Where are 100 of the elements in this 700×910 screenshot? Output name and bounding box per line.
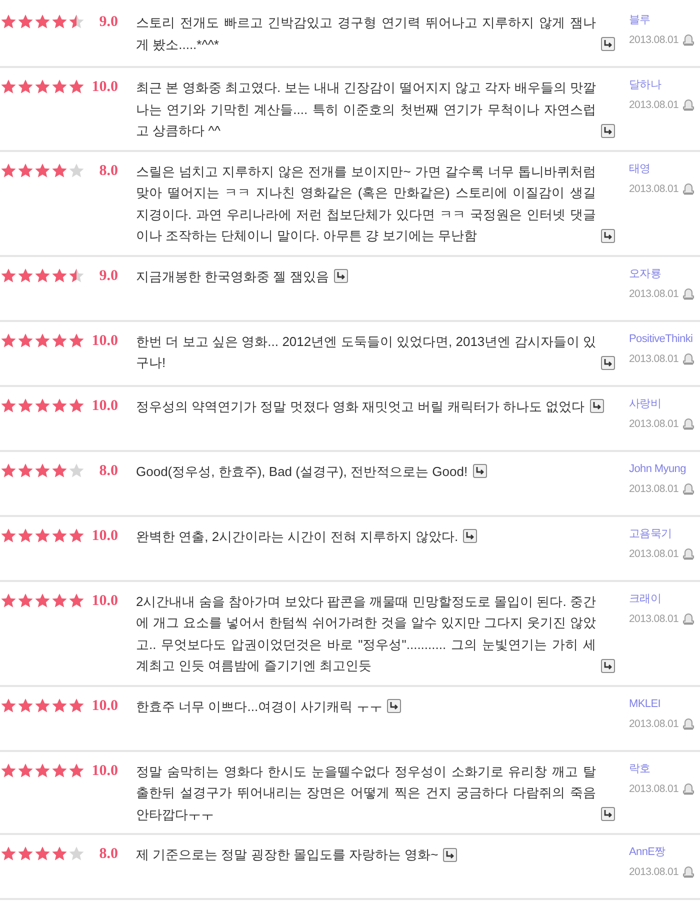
star-icon xyxy=(68,696,85,714)
user-link[interactable]: 크래이 xyxy=(629,590,694,606)
report-icon[interactable] xyxy=(682,418,694,430)
star-icon xyxy=(0,526,17,544)
report-icon[interactable] xyxy=(682,99,694,111)
report-icon[interactable] xyxy=(682,866,694,878)
reply-icon[interactable] xyxy=(601,658,615,672)
user-link[interactable]: 달하나 xyxy=(629,77,694,92)
score: 10.0 xyxy=(90,396,118,416)
reply-icon[interactable] xyxy=(463,529,478,543)
review-text: 제 기준으로는 정말 굉장한 몰입도를 자랑하는 영화~ xyxy=(136,846,438,864)
review-text: 스토리 전개도 빠르고 긴박감있고 경구형 연기력 뛰어나고 지루하지 않게 잼나게 봤소.....*^^* xyxy=(136,14,596,54)
report-icon[interactable] xyxy=(682,352,694,364)
report-icon[interactable] xyxy=(682,482,694,494)
star-icon xyxy=(34,78,51,95)
user-link[interactable]: MKLEI xyxy=(629,696,694,710)
star-icon xyxy=(0,78,17,95)
review-date: 2013.08.01 xyxy=(629,98,679,112)
score: 10.0 xyxy=(90,696,118,716)
star-icon xyxy=(17,462,34,478)
star-icon xyxy=(0,396,17,414)
score: 9.0 xyxy=(98,13,118,32)
star-icon xyxy=(34,762,51,778)
review-date: 2013.08.01 xyxy=(629,33,679,47)
score: 9.0 xyxy=(98,266,118,286)
star-icon xyxy=(34,696,51,714)
half-star-icon xyxy=(68,266,85,284)
star-icon xyxy=(17,78,34,95)
user-link[interactable]: 고욤묵기 xyxy=(629,526,694,540)
star-icon xyxy=(51,845,68,862)
star-icon xyxy=(0,696,17,714)
star-icon xyxy=(51,396,68,414)
star-icon xyxy=(68,526,85,544)
review-text: 한효주 너무 이쁘다...여경이 사기캐릭 ㅜㅜ xyxy=(136,698,382,716)
review-text: 한번 더 보고 싶은 영화... 2012년엔 도둑들이 있었다면, 2013년엔 감시자들이 있구나! xyxy=(136,332,596,372)
star-icon xyxy=(51,162,68,178)
star-icon xyxy=(17,266,34,284)
reply-icon[interactable] xyxy=(601,356,615,370)
star-icon xyxy=(51,13,68,30)
star-icon xyxy=(34,266,51,284)
user-link[interactable]: 태영 xyxy=(629,160,694,176)
user-link[interactable]: 블루 xyxy=(629,12,694,27)
score: 10.0 xyxy=(90,332,118,350)
review-text: 최근 본 영화중 최고였다. 보는 내내 긴장감이 떨어지지 않고 각자 배우들의 맛깔나는 연기와 기막힌 계산들.... 특히 이준호의 첫번째 연기가 무척이나 자연스럽고 상큼하다 ^^ xyxy=(136,79,596,140)
review-date: 2013.08.01 xyxy=(629,482,679,496)
star-icon xyxy=(34,162,51,178)
score: 8.0 xyxy=(98,845,118,864)
score: 10.0 xyxy=(90,762,118,780)
reply-icon[interactable] xyxy=(472,464,487,478)
report-icon[interactable] xyxy=(682,612,694,624)
star-icon xyxy=(34,526,51,544)
star-icon xyxy=(34,845,51,862)
star-icon xyxy=(34,396,51,414)
score: 8.0 xyxy=(98,162,118,180)
star-icon xyxy=(68,332,85,348)
star-icon xyxy=(17,696,34,714)
reply-icon[interactable] xyxy=(601,37,615,51)
reply-icon[interactable] xyxy=(443,848,458,862)
user-link[interactable]: John Myung xyxy=(629,460,694,476)
star-icon xyxy=(0,592,17,608)
user-link[interactable]: PositiveThinki xyxy=(629,330,694,346)
score: 8.0 xyxy=(98,462,118,480)
reply-icon[interactable] xyxy=(334,269,348,283)
star-icon xyxy=(17,845,34,862)
report-icon[interactable] xyxy=(682,548,694,560)
star-icon xyxy=(51,526,68,544)
review-date: 2013.08.01 xyxy=(629,286,679,300)
reply-icon[interactable] xyxy=(387,699,402,713)
report-icon[interactable] xyxy=(682,288,694,300)
star-icon xyxy=(34,332,51,348)
review-text: 정말 숨막히는 영화다 한시도 눈을뗄수없다 정우성이 소화기로 유리창 깨고 탈출한뒤 설경구가 뛰어내리는 장면은 어떻게 찍은 건지 궁금하다 다람쥐의 죽음 안타깝다ㅜㅜ xyxy=(136,762,596,824)
review-text: 2시간내내 숨을 참아가며 보았다 팝콘을 깨물때 민망할정도로 몰입이 된다. 중간에 개그 요소를 넣어서 한텀씩 쉬어가려한 것을 알수 있지만 그다지 웃기진 않았고.. 무엇보다도 압권이었던것은 바로 "정우성"........... 그의 눈빛연기는 가히 세계최고 인듯 여름밤에 즐기기엔 최고인듯 xyxy=(136,592,596,675)
star-icon xyxy=(34,462,51,478)
review-date: 2013.08.01 xyxy=(629,416,679,430)
review-date: 2013.08.01 xyxy=(629,182,679,196)
star-icon xyxy=(17,762,34,778)
star-icon xyxy=(51,592,68,608)
star-icon xyxy=(0,332,17,348)
report-icon[interactable] xyxy=(682,782,694,794)
reply-icon[interactable] xyxy=(590,399,604,413)
star-icon xyxy=(51,332,68,348)
report-icon[interactable] xyxy=(682,182,694,194)
score: 10.0 xyxy=(90,526,118,546)
star-icon xyxy=(34,592,51,608)
star-icon xyxy=(17,396,34,414)
reply-icon[interactable] xyxy=(601,124,615,138)
user-link[interactable]: 오자룡 xyxy=(629,266,694,280)
user-link[interactable]: 락호 xyxy=(629,760,694,776)
star-icon xyxy=(51,462,68,478)
report-icon[interactable] xyxy=(682,718,694,730)
reply-icon[interactable] xyxy=(601,807,615,821)
star-icon xyxy=(68,78,85,95)
review-date: 2013.08.01 xyxy=(629,782,679,796)
review-text: 지금개봉한 한국영화중 젤 잼있음 xyxy=(136,268,329,286)
reply-icon[interactable] xyxy=(601,228,615,242)
user-link[interactable]: AnnE짱 xyxy=(629,844,694,859)
star-icon xyxy=(17,592,34,608)
star-icon xyxy=(51,696,68,714)
user-link[interactable]: 사랑비 xyxy=(629,396,694,410)
report-icon[interactable] xyxy=(682,34,694,46)
